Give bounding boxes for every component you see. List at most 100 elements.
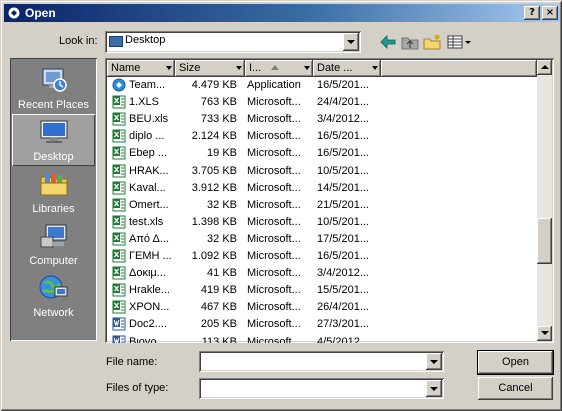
file-size: 32 KB <box>207 232 237 245</box>
word-file-icon <box>112 317 126 331</box>
look-in-combo[interactable]: Desktop <box>105 31 361 53</box>
back-icon[interactable] <box>378 33 398 51</box>
close-button[interactable]: × <box>542 6 558 20</box>
place-libraries[interactable]: Libraries <box>12 166 95 218</box>
file-row[interactable]: Εbep ... 19 KB Microsoft... 16/5/201... <box>107 145 537 162</box>
new-folder-icon[interactable] <box>422 33 442 51</box>
file-name-label: File name: <box>106 356 158 368</box>
help-button[interactable]: ? <box>524 6 540 20</box>
files-of-type-dropdown-button[interactable] <box>426 380 442 397</box>
title-bar[interactable]: Open ? × <box>4 4 560 22</box>
file-date: 16/5/201... <box>317 250 369 262</box>
desktop-small-icon <box>109 36 123 47</box>
excel-file-icon <box>112 198 126 212</box>
file-date: 16/5/201... <box>317 79 369 91</box>
file-list[interactable]: Name Size I... Date ... Team... 4.479 KB A… <box>105 58 554 343</box>
place-computer[interactable]: Computer <box>12 218 95 270</box>
file-row[interactable]: Team... 4.479 KB Application 16/5/201... <box>107 77 537 94</box>
scroll-down-button[interactable] <box>537 326 552 341</box>
word-file-icon <box>112 335 126 343</box>
file-type: Microsoft... <box>247 198 301 211</box>
file-row[interactable]: Kaval... 3.912 KB Microsoft... 14/5/201... <box>107 180 537 197</box>
file-type: Microsoft... <box>247 147 301 160</box>
file-size: 763 KB <box>200 96 237 109</box>
look-in-dropdown-button[interactable] <box>343 33 359 51</box>
file-row[interactable]: ΓΕΜΗ ... 1.092 KB Microsoft... 16/5/201... <box>107 248 537 265</box>
file-row[interactable]: Δοκιμ... 41 KB Microsoft... 3/4/2012... <box>107 265 537 282</box>
file-date: 14/5/201... <box>317 181 369 194</box>
place-label: Recent Places <box>18 99 89 111</box>
file-row[interactable]: Από Δ... 32 KB Microsoft... 17/5/201... <box>107 231 537 248</box>
file-row[interactable]: diplo ... 2.124 KB Microsoft... 16/5/201... <box>107 128 537 145</box>
column-filter-icon[interactable] <box>166 66 172 70</box>
file-size: 205 KB <box>200 318 237 331</box>
file-type: Microsoft... <box>247 215 301 228</box>
column-filter-icon[interactable] <box>304 66 310 70</box>
file-row[interactable]: BEU.xls 733 KB Microsoft... 3/4/2012... <box>107 111 537 128</box>
file-type: Microsoft... <box>247 318 301 331</box>
file-name: Δοκιμ... <box>129 267 166 280</box>
file-type: Microsoft... <box>247 284 301 297</box>
file-name: Από Δ... <box>129 232 170 245</box>
column-header-name[interactable]: Name <box>107 60 175 77</box>
file-name: Team... <box>129 79 166 91</box>
place-network[interactable]: Network <box>12 270 95 322</box>
desktop-icon <box>40 120 68 143</box>
file-row[interactable]: HRAK... 3.705 KB Microsoft... 10/5/201... <box>107 163 537 180</box>
place-label: Libraries <box>32 203 75 215</box>
file-name: diplo ... <box>129 130 165 143</box>
file-date: 17/5/201... <box>317 232 369 245</box>
file-date: 4/5/2012... <box>317 335 369 344</box>
excel-file-icon <box>112 129 126 143</box>
cancel-button[interactable]: Cancel <box>478 377 553 400</box>
file-type: Microsoft... <box>247 301 301 314</box>
place-desktop[interactable]: Desktop <box>12 114 95 166</box>
column-header-date[interactable]: Date ... <box>313 60 381 77</box>
file-size: 3.705 KB <box>191 164 237 177</box>
file-size: 4.479 KB <box>191 79 237 91</box>
open-button[interactable]: Open <box>478 351 553 374</box>
file-row[interactable]: Doc2.... 205 KB Microsoft... 27/3/201... <box>107 316 537 333</box>
file-type: Microsoft... <box>247 113 301 126</box>
scroll-up-button[interactable] <box>537 60 552 75</box>
file-row[interactable]: Hrakle... 419 KB Microsoft... 15/5/201... <box>107 282 537 299</box>
file-date: 10/5/201... <box>317 164 369 177</box>
open-dialog: Open ? × Look in: Desktop Recent Places … <box>0 0 562 411</box>
column-filter-icon[interactable] <box>236 66 242 70</box>
place-label: Network <box>33 307 74 319</box>
file-date: 24/4/201... <box>317 96 369 109</box>
file-row[interactable]: test.xls 1.398 KB Microsoft... 10/5/201... <box>107 214 537 231</box>
file-name: Omert... <box>129 198 169 211</box>
excel-file-icon <box>112 164 126 178</box>
scroll-thumb[interactable] <box>537 218 552 264</box>
file-date: 26/4/201... <box>317 301 369 314</box>
excel-file-icon <box>112 249 126 263</box>
file-row[interactable]: Βιογρ... 113 KB Microsoft... 4/5/2012... <box>107 334 537 344</box>
file-row[interactable]: ΧΡΟΝ... 467 KB Microsoft... 26/4/201... <box>107 299 537 316</box>
excel-file-icon <box>112 300 126 314</box>
file-name-combo[interactable] <box>199 351 444 372</box>
place-recent-places[interactable]: Recent Places <box>12 62 95 114</box>
column-header-type[interactable]: I... <box>245 60 313 77</box>
excel-file-icon <box>112 266 126 280</box>
libraries-icon <box>40 173 68 196</box>
file-name: BEU.xls <box>129 113 169 126</box>
file-name: HRAK... <box>129 164 169 177</box>
excel-file-icon <box>112 146 126 160</box>
file-row[interactable]: Omert... 32 KB Microsoft... 21/5/201... <box>107 197 537 214</box>
excel-file-icon <box>112 232 126 246</box>
column-filter-icon[interactable] <box>372 66 378 70</box>
file-date: 16/5/201... <box>317 130 369 143</box>
vertical-scrollbar[interactable] <box>537 60 552 341</box>
file-name: ΓΕΜΗ ... <box>129 250 172 262</box>
column-header-size[interactable]: Size <box>175 60 245 77</box>
view-menu-icon[interactable] <box>446 33 472 51</box>
file-row[interactable]: 1.XLS 763 KB Microsoft... 24/4/201... <box>107 94 537 111</box>
file-name-dropdown-button[interactable] <box>426 353 442 370</box>
file-type: Microsoft... <box>247 267 301 280</box>
window-title: Open <box>25 6 56 20</box>
column-header-empty <box>381 60 537 77</box>
files-of-type-combo[interactable] <box>199 378 444 399</box>
network-icon <box>39 275 68 299</box>
up-folder-icon[interactable] <box>400 33 420 51</box>
